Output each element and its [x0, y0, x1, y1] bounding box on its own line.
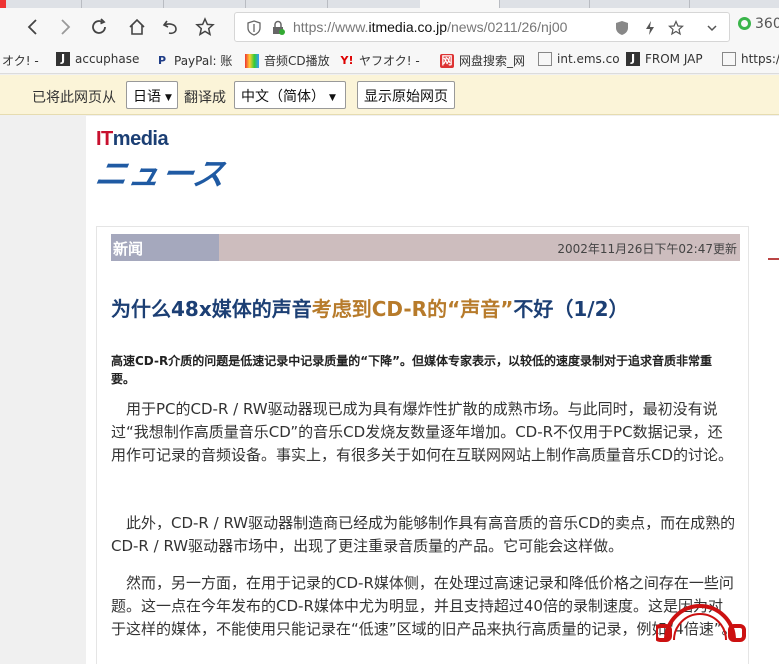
back-arrow-icon	[27, 19, 37, 35]
url-text: https://www.itmedia.co.jp/news/0211/26/n…	[293, 19, 568, 35]
bookmark-star-button[interactable]	[190, 8, 220, 46]
tab[interactable]	[246, 0, 328, 8]
page-content: ITmedia ニュース 新闻 2002年11月26日下午02:47更新 为什么…	[86, 116, 779, 664]
tab-active[interactable]	[420, 0, 500, 8]
bookmark-item[interactable]: https:/	[722, 52, 779, 66]
news-logo-text: ニュース	[92, 156, 230, 192]
undo-button[interactable]	[156, 8, 186, 46]
dropdown-caret-icon: ▼	[165, 93, 172, 103]
article-paragraph: 然而，另一方面，在用于记录的CD-R媒体侧，在处理过高速记录和降低价格之间存在一…	[111, 574, 737, 638]
bookmark-item[interactable]: オク! -	[2, 52, 39, 69]
bookmark-item[interactable]: int.ems.co	[538, 52, 620, 66]
browser-toolbar: https://www.itmedia.co.jp/news/0211/26/n…	[0, 8, 779, 46]
updated-timestamp: 2002年11月26日下午02:47更新	[557, 242, 737, 256]
yahoo-favicon: Y!	[340, 53, 354, 67]
article-paragraph: 用于PC的CD-R / RW驱动器现已成为具有爆炸性扩散的成熟市场。与此同时，最…	[111, 400, 734, 464]
extension-360[interactable]: 360	[738, 16, 779, 32]
security-shield-icon[interactable]	[613, 19, 631, 37]
itmedia-logo[interactable]: ITmedia ニュース	[92, 128, 229, 195]
bookmark-item[interactable]: Y! ヤフオク! -	[340, 52, 420, 69]
bookmark-item[interactable]: J FROM JAP	[626, 52, 703, 66]
target-language-select[interactable]: 中文（简体） ▼	[234, 81, 346, 109]
paypal-favicon: P	[157, 53, 167, 67]
cd-favicon	[245, 53, 259, 68]
article-box: 新闻 2002年11月26日下午02:47更新 为什么48x媒体的声音考虑到CD…	[96, 226, 749, 664]
tab-strip	[0, 0, 779, 8]
reload-icon	[92, 18, 106, 34]
watermark-stamp-icon	[656, 604, 746, 642]
lock-icon[interactable]	[269, 19, 287, 37]
bookmark-item[interactable]: Jaccuphase	[56, 52, 139, 66]
right-edge-underline	[768, 240, 779, 260]
chevron-down-icon[interactable]	[703, 19, 721, 37]
tab[interactable]	[590, 0, 690, 8]
back-button[interactable]	[18, 8, 48, 46]
home-button[interactable]	[122, 8, 152, 46]
bookmarks-bar: オク! - Jaccuphase P PayPal: 账 音频CD播放 Y! ヤフオ…	[0, 46, 779, 74]
section-tag: 新闻	[111, 234, 219, 261]
reload-button[interactable]	[84, 8, 114, 46]
undo-icon	[162, 20, 177, 35]
page-favicon	[722, 52, 736, 66]
article-lead: 高速CD-R介质的问题是低速记录中记录质量的“下降”。但媒体专家表示，以较低的速…	[111, 354, 712, 386]
page-gutter	[0, 116, 86, 664]
home-icon	[129, 18, 145, 35]
favorite-star-icon[interactable]	[667, 19, 685, 37]
tab[interactable]	[82, 0, 164, 8]
show-original-button[interactable]: 显示原始网页	[357, 81, 455, 109]
translate-middle-label: 翻译成	[184, 90, 226, 106]
accuphase-favicon: J	[56, 52, 70, 66]
bookmark-item[interactable]: P PayPal: 账	[155, 52, 232, 69]
tab[interactable]	[164, 0, 246, 8]
forward-button[interactable]	[50, 8, 80, 46]
bookmark-item[interactable]: 音频CD播放	[245, 52, 330, 69]
translate-prefix-label: 已将此网页从	[32, 90, 116, 106]
page-favicon	[538, 52, 552, 66]
article-header-bar: 新闻 2002年11月26日下午02:47更新	[111, 234, 740, 261]
tab[interactable]	[500, 0, 590, 8]
360-icon	[738, 17, 751, 30]
star-icon	[195, 17, 215, 36]
bookmark-item[interactable]: 网网盘搜索_网	[440, 52, 525, 69]
source-language-select[interactable]: 日语 ▼	[126, 81, 178, 109]
translate-bar: 已将此网页从 日语 ▼ 翻译成 中文（简体） ▼ 显示原始网页	[0, 75, 779, 115]
dropdown-caret-icon: ▼	[329, 93, 336, 103]
article-paragraph: 此外，CD-R / RW驱动器制造商已经成为能够制作具有高音质的音乐CD的卖点，…	[111, 514, 736, 555]
address-bar[interactable]: https://www.itmedia.co.jp/news/0211/26/n…	[234, 12, 730, 42]
shield-icon[interactable]	[245, 19, 263, 37]
forward-arrow-icon	[61, 19, 71, 35]
tab[interactable]	[0, 0, 82, 8]
lightning-icon[interactable]	[641, 19, 659, 37]
netdisk-favicon: 网	[440, 53, 454, 68]
article-title: 为什么48x媒体的声音考虑到CD-R的“声音”不好（1/2）	[111, 297, 629, 321]
j-favicon: J	[626, 52, 640, 66]
